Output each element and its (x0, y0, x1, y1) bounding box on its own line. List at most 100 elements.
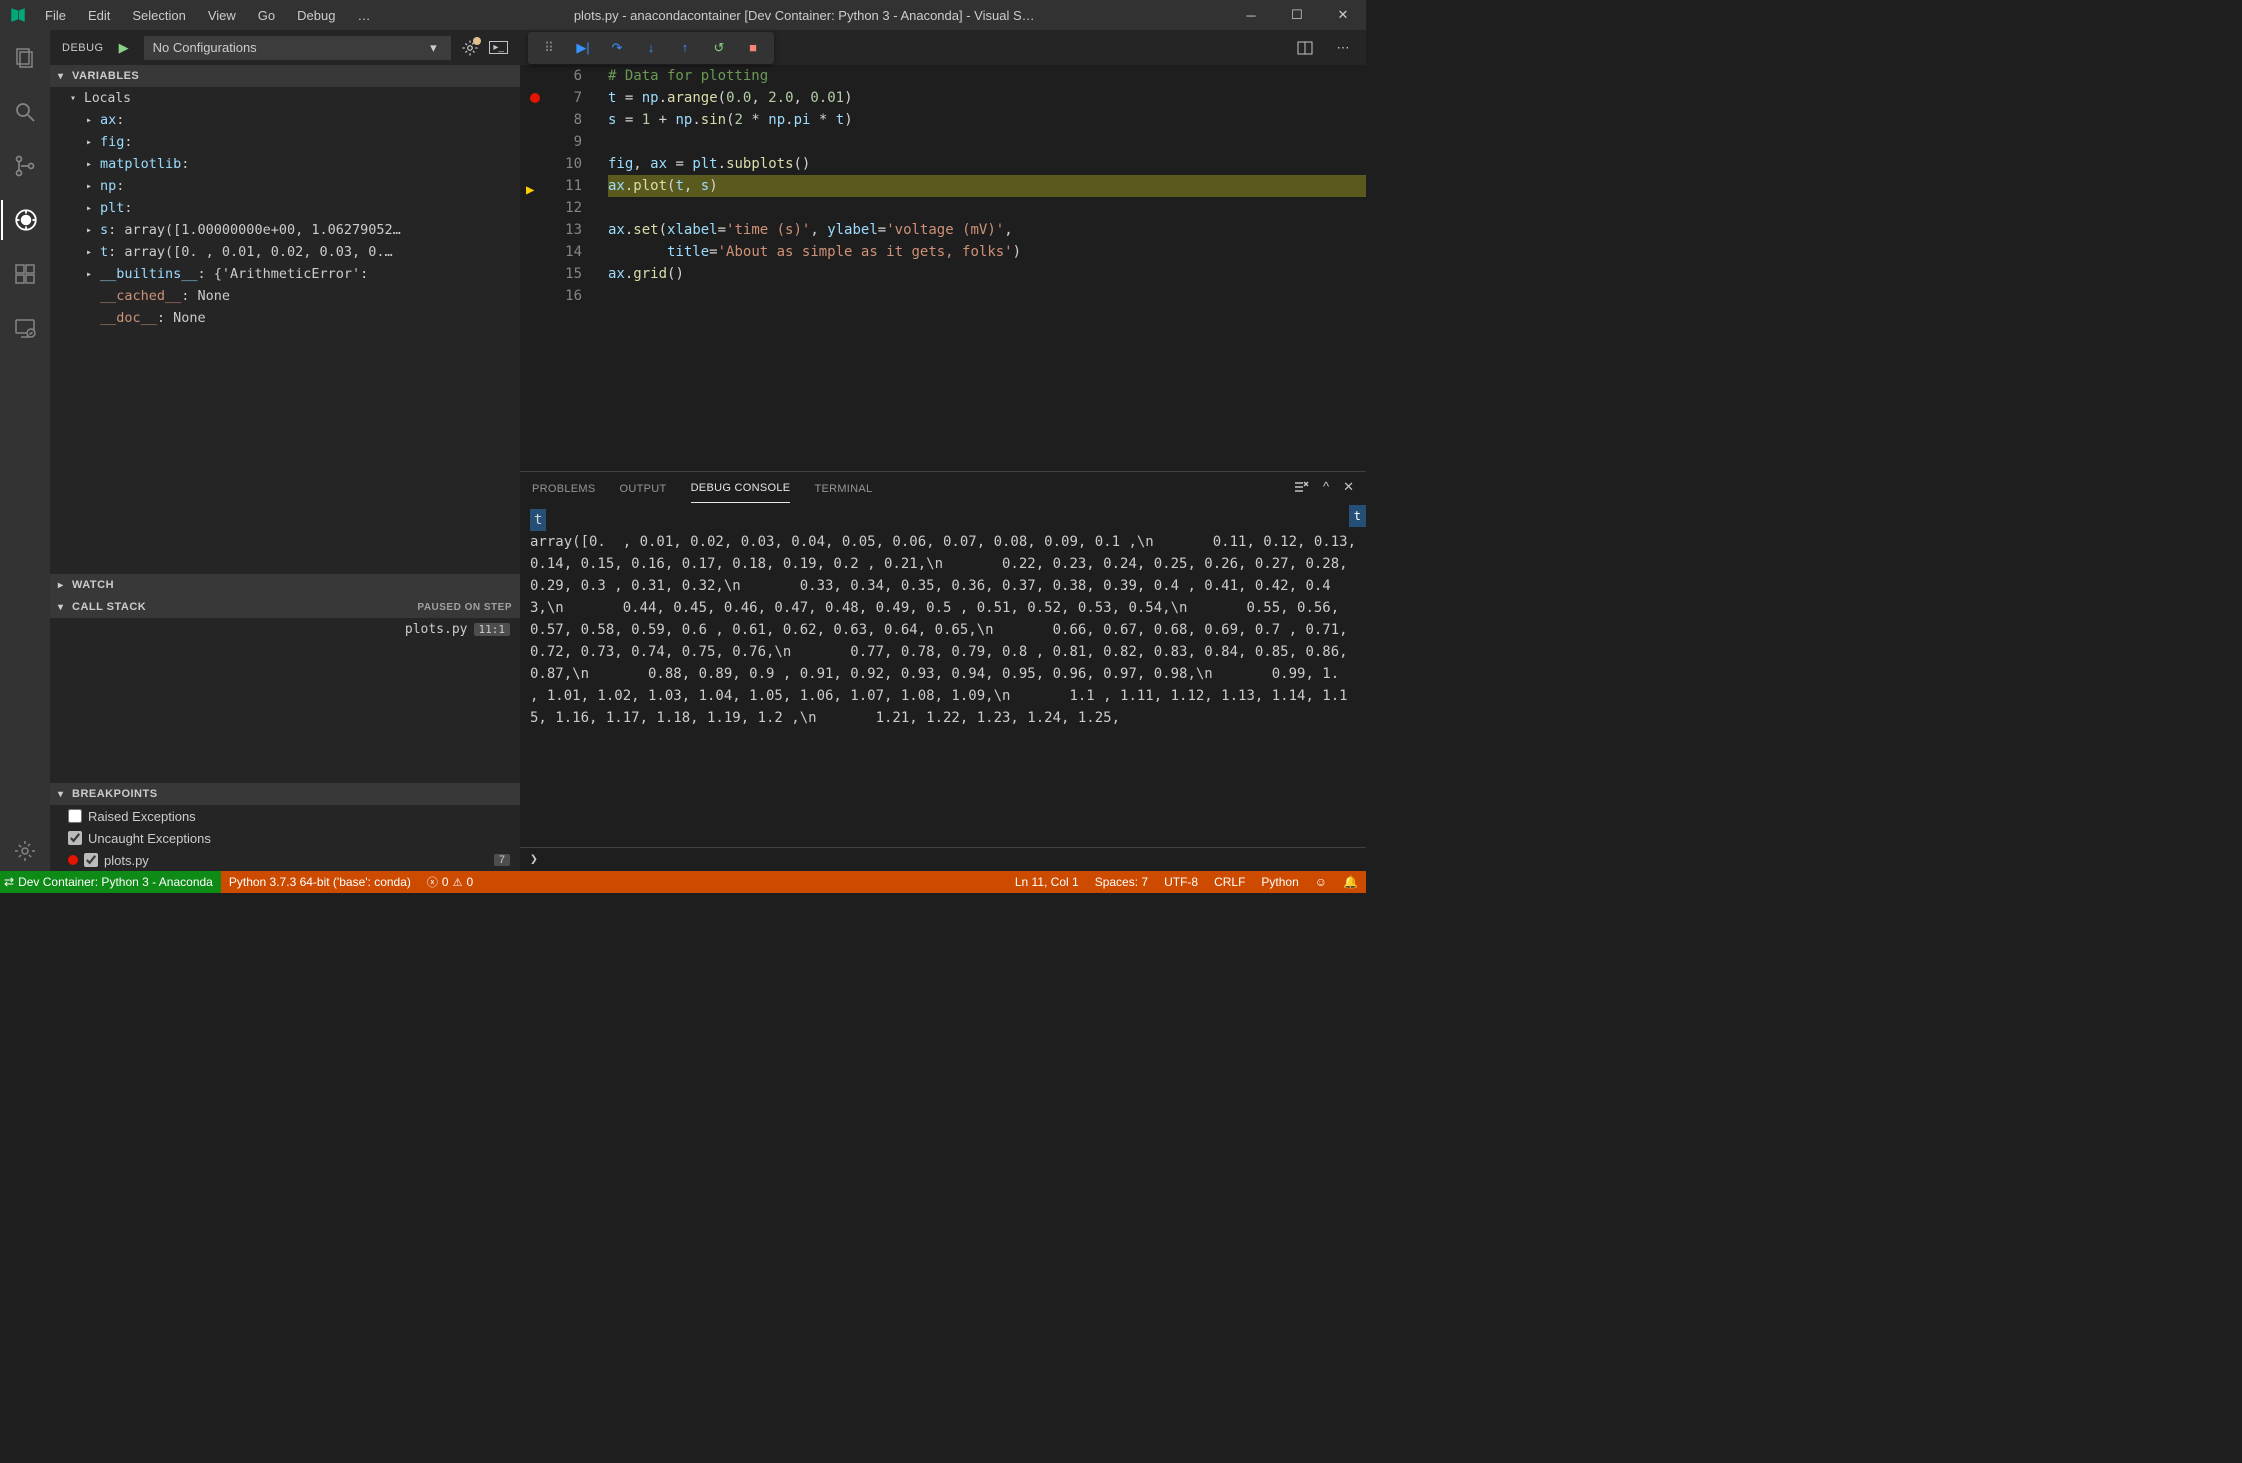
watch-section-header[interactable]: ▸WATCH (50, 574, 520, 596)
panel-tab-problems[interactable]: PROBLEMS (532, 475, 596, 503)
bp-raised-exceptions[interactable]: Raised Exceptions (50, 805, 520, 827)
gutter-line-16[interactable]: 16 (520, 285, 582, 307)
continue-button[interactable]: ▶| (568, 34, 598, 62)
debug-console[interactable]: t t array([0. , 0.01, 0.02, 0.03, 0.04, … (520, 505, 1366, 847)
debug-icon[interactable] (1, 200, 49, 240)
code-line-10[interactable]: fig, ax = plt.subplots() (608, 153, 1366, 175)
debug-settings-icon[interactable] (461, 39, 479, 57)
maximize-button[interactable]: ☐ (1274, 0, 1320, 30)
menu-…[interactable]: … (347, 2, 380, 29)
settings-gear-icon[interactable] (1, 831, 49, 871)
code-line-7[interactable]: t = np.arange(0.0, 2.0, 0.01) (608, 87, 1366, 109)
code-line-9[interactable] (608, 131, 1366, 153)
code-line-16[interactable] (608, 285, 1366, 307)
code-line-12[interactable] (608, 197, 1366, 219)
panel-tab-terminal[interactable]: TERMINAL (814, 475, 872, 503)
drag-handle-icon[interactable]: ⠿ (534, 34, 564, 62)
indentation[interactable]: Spaces: 7 (1087, 875, 1156, 889)
code-line-11[interactable]: ax.plot(t, s) (608, 175, 1366, 197)
variable-__cached__[interactable]: ▸__cached__: None (50, 285, 520, 307)
clear-console-icon[interactable] (1293, 479, 1309, 498)
bp-file-checkbox[interactable] (84, 853, 98, 867)
notifications-icon[interactable]: 🔔 (1335, 875, 1366, 889)
repl-input[interactable]: ❯ (520, 847, 1366, 871)
gutter-line-12[interactable]: 12 (520, 197, 582, 219)
restart-button[interactable]: ↺ (704, 34, 734, 62)
variable-t[interactable]: ▸t: array([0. , 0.01, 0.02, 0.03, 0.… (50, 241, 520, 263)
variable-__builtins__[interactable]: ▸__builtins__: {'ArithmeticError': (50, 263, 520, 285)
variables-section-header[interactable]: ▾VARIABLES (50, 65, 520, 87)
split-editor-icon[interactable] (1290, 34, 1320, 62)
gutter-line-9[interactable]: 9 (520, 131, 582, 153)
bp-raised-checkbox[interactable] (68, 809, 82, 823)
menu-edit[interactable]: Edit (78, 2, 120, 29)
bp-uncaught-checkbox[interactable] (68, 831, 82, 845)
eol[interactable]: CRLF (1206, 875, 1253, 889)
language-mode[interactable]: Python (1253, 875, 1306, 889)
code-editor[interactable]: 678910▶111213141516 # Data for plottingt… (520, 65, 1366, 471)
gutter-line-8[interactable]: 8 (520, 109, 582, 131)
locals-scope[interactable]: ▾Locals (50, 87, 520, 109)
cursor-position[interactable]: Ln 11, Col 1 (1007, 875, 1087, 889)
debug-console-toggle-icon[interactable]: ▸_ (489, 41, 508, 54)
step-out-button[interactable]: ↑ (670, 34, 700, 62)
step-into-button[interactable]: ↓ (636, 34, 666, 62)
variable-s[interactable]: ▸s: array([1.00000000e+00, 1.06279052… (50, 219, 520, 241)
gutter-line-15[interactable]: 15 (520, 263, 582, 285)
console-type-badge: t (1349, 505, 1366, 527)
close-button[interactable]: ✕ (1320, 0, 1366, 30)
variable-plt[interactable]: ▸plt: (50, 197, 520, 219)
code-line-8[interactable]: s = 1 + np.sin(2 * np.pi * t) (608, 109, 1366, 131)
variable-np[interactable]: ▸np: (50, 175, 520, 197)
collapse-panel-icon[interactable]: ^ (1323, 479, 1329, 498)
breakpoints-section-header[interactable]: ▾BREAKPOINTS (50, 783, 520, 805)
code-line-6[interactable]: # Data for plotting (608, 65, 1366, 87)
start-debug-button[interactable]: ▶ (114, 38, 134, 58)
variable-matplotlib[interactable]: ▸matplotlib: (50, 153, 520, 175)
stop-button[interactable]: ■ (738, 34, 768, 62)
debug-config-select[interactable]: No Configurations ▾ (144, 36, 452, 60)
minimize-button[interactable]: ─ (1228, 0, 1274, 30)
bp-file[interactable]: plots.py 7 (50, 849, 520, 871)
menu-file[interactable]: File (35, 2, 76, 29)
more-actions-icon[interactable]: ⋯ (1328, 34, 1358, 62)
variable-fig[interactable]: ▸fig: (50, 131, 520, 153)
callstack-section-header[interactable]: ▾CALL STACK PAUSED ON STEP (50, 596, 520, 618)
search-icon[interactable] (1, 92, 49, 132)
feedback-icon[interactable]: ☺ (1307, 875, 1335, 889)
gutter-line-14[interactable]: 14 (520, 241, 582, 263)
variable-ax[interactable]: ▸ax: (50, 109, 520, 131)
encoding[interactable]: UTF-8 (1156, 875, 1206, 889)
gutter-line-11[interactable]: ▶11 (520, 175, 582, 197)
menu-go[interactable]: Go (248, 2, 285, 29)
gutter-line-6[interactable]: 6 (520, 65, 582, 87)
explorer-icon[interactable] (1, 38, 49, 78)
gutter-line-7[interactable]: 7 (520, 87, 582, 109)
remote-icon: ⇄ (4, 875, 14, 889)
close-panel-icon[interactable]: ✕ (1343, 479, 1354, 498)
menu-selection[interactable]: Selection (122, 2, 195, 29)
problems-indicator[interactable]: ⓧ0 ⚠0 (419, 874, 481, 890)
menu-view[interactable]: View (198, 2, 246, 29)
stack-frame[interactable]: plots.py11:1 (50, 618, 520, 640)
menu-debug[interactable]: Debug (287, 2, 345, 29)
python-interpreter[interactable]: Python 3.7.3 64-bit ('base': conda) (221, 875, 419, 889)
source-control-icon[interactable] (1, 146, 49, 186)
code-line-15[interactable]: ax.grid() (608, 263, 1366, 285)
titlebar: FileEditSelectionViewGoDebug… plots.py -… (0, 0, 1366, 30)
panel-tab-output[interactable]: OUTPUT (620, 475, 667, 503)
gutter-line-13[interactable]: 13 (520, 219, 582, 241)
bp-uncaught-exceptions[interactable]: Uncaught Exceptions (50, 827, 520, 849)
code-line-13[interactable]: ax.set(xlabel='time (s)', ylabel='voltag… (608, 219, 1366, 241)
breakpoints-section: Raised Exceptions Uncaught Exceptions pl… (50, 805, 520, 871)
step-over-button[interactable]: ↷ (602, 34, 632, 62)
remote-indicator[interactable]: ⇄ Dev Container: Python 3 - Anaconda (0, 871, 221, 893)
debug-sidebar: DEBUG ▶ No Configurations ▾ ▸_ ▾VARIABLE… (50, 30, 520, 871)
code-line-14[interactable]: title='About as simple as it gets, folks… (608, 241, 1366, 263)
extensions-icon[interactable] (1, 254, 49, 294)
panel-tab-debug-console[interactable]: DEBUG CONSOLE (691, 474, 791, 503)
remote-explorer-icon[interactable] (1, 308, 49, 348)
variable-__doc__[interactable]: ▸__doc__: None (50, 307, 520, 329)
window-title: plots.py - anacondacontainer [Dev Contai… (380, 8, 1228, 23)
gutter-line-10[interactable]: 10 (520, 153, 582, 175)
